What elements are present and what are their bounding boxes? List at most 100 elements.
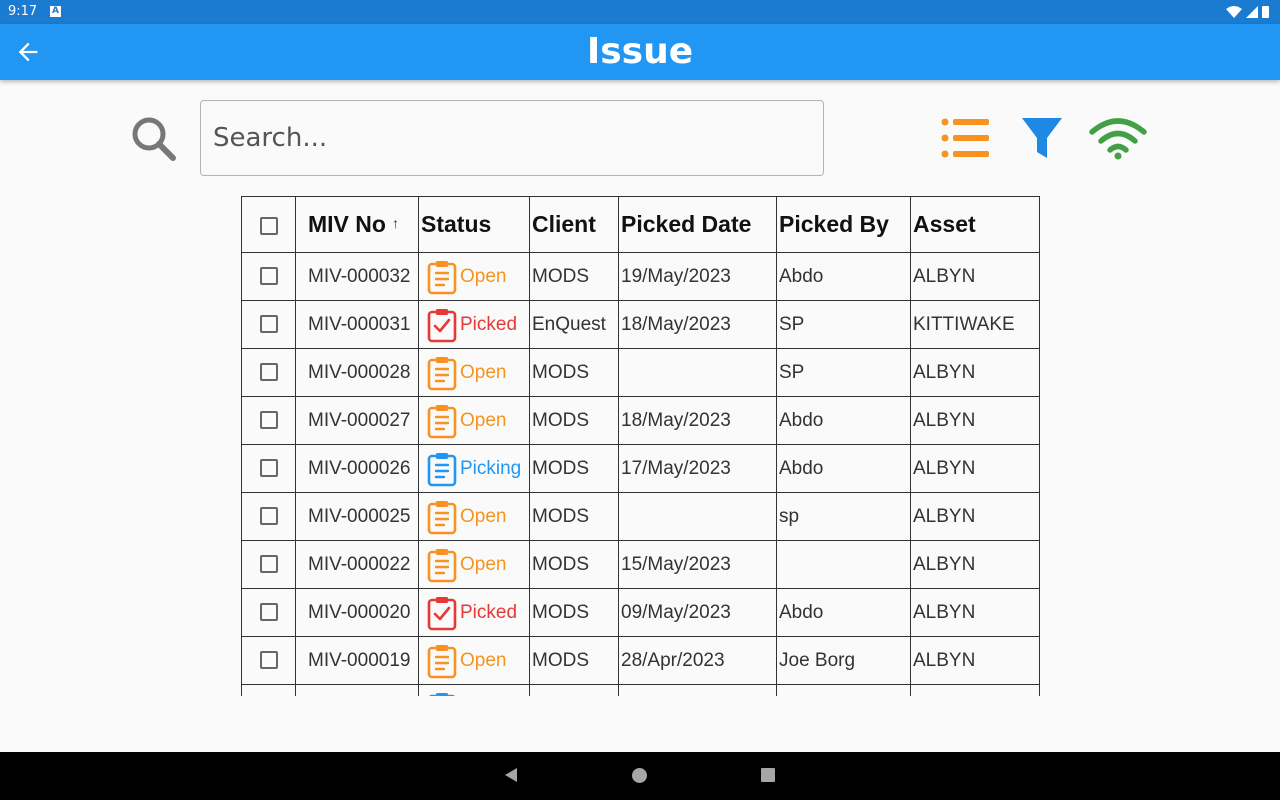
clipboard-picked-icon: [427, 308, 457, 342]
clipboard-open-icon: [427, 548, 457, 582]
issues-table-container[interactable]: MIV No ↑ Status Client Picked Date Picked…: [241, 196, 1040, 696]
cell-status: Open: [418, 492, 530, 541]
list-icon[interactable]: [936, 112, 996, 164]
table-row[interactable]: MIV-000020 Picked MODS 09/May/2023 Abdo ALBYN: [241, 588, 1040, 637]
table-row[interactable]: MIV-000022 Open MODS 15/May/2023 ALBYN: [241, 540, 1040, 589]
cell-asset: [910, 684, 1040, 696]
cell-client: MODS: [529, 396, 619, 445]
header-picked-date[interactable]: Picked Date: [618, 196, 777, 253]
cell-picked-date: [618, 348, 777, 397]
cell-picked-by: [776, 684, 911, 696]
cell-picked-date: 15/May/2023: [618, 540, 777, 589]
cell-status: Open: [418, 348, 530, 397]
table-row[interactable]: MIV-000031 Picked EnQuest 18/May/2023 SP KITT…: [241, 300, 1040, 349]
clipboard-picked-icon: [427, 596, 457, 630]
nav-recents-icon[interactable]: [761, 768, 775, 782]
header-miv-no[interactable]: MIV No ↑: [295, 196, 419, 253]
status-label: Open: [460, 649, 507, 671]
table-row[interactable]: MIV-000028 Open MODS SP ALBYN: [241, 348, 1040, 397]
cell-client: MODS: [529, 636, 619, 685]
header-asset[interactable]: Asset: [910, 196, 1040, 253]
cell-picked-by: SP: [776, 348, 911, 397]
cell-asset: ALBYN: [910, 636, 1040, 685]
row-checkbox[interactable]: [259, 507, 278, 526]
row-checkbox[interactable]: [259, 411, 278, 430]
header-picked-by-label: Picked By: [779, 211, 889, 237]
row-checkbox[interactable]: [259, 267, 278, 286]
cell-picked-by: sp: [776, 492, 911, 541]
status-bar: 9:17 A: [0, 0, 1280, 24]
cell-miv-no: MIV-000028: [295, 348, 419, 397]
cell-status: Picking: [418, 444, 530, 493]
cell-status: Picked: [418, 588, 530, 637]
nav-home-icon[interactable]: [632, 768, 647, 783]
header-status[interactable]: Status: [418, 196, 530, 253]
table-row[interactable]: MIV-000027 Open MODS 18/May/2023 Abdo ALBYN: [241, 396, 1040, 445]
row-select-cell: [241, 588, 296, 637]
cell-picked-date: 19/May/2023: [618, 252, 777, 301]
signal-icon: [1246, 6, 1258, 18]
cell-asset: ALBYN: [910, 252, 1040, 301]
table-row[interactable]: MIV-000032 Open MODS 19/May/2023 Abdo ALBYN: [241, 252, 1040, 301]
table-row[interactable]: MIV-000025 Open MODS sp ALBYN: [241, 492, 1040, 541]
cell-client: [529, 684, 619, 696]
cell-status: Picked: [418, 300, 530, 349]
status-label: Open: [460, 361, 507, 383]
cell-status: [418, 684, 530, 696]
row-checkbox[interactable]: [259, 651, 278, 670]
table-row[interactable]: MIV-000026 Picking MODS 17/May/2023 Abdo ALBY…: [241, 444, 1040, 493]
row-select-cell: [241, 684, 296, 696]
battery-icon: [1262, 6, 1269, 18]
cell-picked-by: Abdo: [776, 252, 911, 301]
wifi-status-icon: [1226, 6, 1242, 18]
cell-status: Open: [418, 540, 530, 589]
cell-client: MODS: [529, 444, 619, 493]
cell-client: MODS: [529, 252, 619, 301]
row-checkbox[interactable]: [259, 603, 278, 622]
cell-client: MODS: [529, 348, 619, 397]
cell-picked-by: Abdo: [776, 396, 911, 445]
select-all-checkbox[interactable]: [259, 216, 278, 235]
status-chip: Picking: [421, 446, 529, 492]
cell-picked-date: 18/May/2023: [618, 300, 777, 349]
cell-asset: ALBYN: [910, 492, 1040, 541]
cell-picked-by: Abdo: [776, 444, 911, 493]
clipboard-picking-icon: [428, 692, 456, 696]
row-checkbox[interactable]: [259, 459, 278, 478]
cell-asset: ALBYN: [910, 540, 1040, 589]
status-chip: Picked: [421, 590, 529, 636]
header-asset-label: Asset: [913, 211, 976, 237]
row-select-cell: [241, 396, 296, 445]
cell-miv-no: MIV-000025: [295, 492, 419, 541]
cell-miv-no: MIV-000026: [295, 444, 419, 493]
header-picked-by[interactable]: Picked By: [776, 196, 911, 253]
cell-status: Open: [418, 396, 530, 445]
row-checkbox[interactable]: [259, 315, 278, 334]
cell-picked-by: [776, 540, 911, 589]
row-checkbox[interactable]: [259, 363, 278, 382]
search-input[interactable]: [200, 100, 824, 176]
search-icon[interactable]: [128, 114, 180, 166]
header-client[interactable]: Client: [529, 196, 619, 253]
wifi-icon[interactable]: [1088, 112, 1148, 164]
cell-status: Open: [418, 252, 530, 301]
status-label: Open: [460, 265, 507, 287]
table-header-row: MIV No ↑ Status Client Picked Date Picked…: [241, 196, 1040, 253]
filter-icon[interactable]: [1016, 112, 1068, 164]
status-label: Open: [460, 553, 507, 575]
clipboard-open-icon: [427, 260, 457, 294]
cell-client: MODS: [529, 588, 619, 637]
header-miv-no-label: MIV No: [308, 211, 386, 237]
cell-picked-date: [618, 684, 777, 696]
nav-back-icon[interactable]: [503, 767, 519, 783]
row-select-cell: [241, 540, 296, 589]
cell-picked-date: [618, 492, 777, 541]
cell-miv-no: MIV-000020: [295, 588, 419, 637]
row-checkbox[interactable]: [259, 555, 278, 574]
cell-picked-date: 09/May/2023: [618, 588, 777, 637]
table-row[interactable]: [241, 684, 1040, 696]
table-row[interactable]: MIV-000019 Open MODS 28/Apr/2023 Joe Borg ALB…: [241, 636, 1040, 685]
status-chip: Picked: [421, 302, 529, 348]
cell-picked-by: Abdo: [776, 588, 911, 637]
cell-asset: ALBYN: [910, 444, 1040, 493]
